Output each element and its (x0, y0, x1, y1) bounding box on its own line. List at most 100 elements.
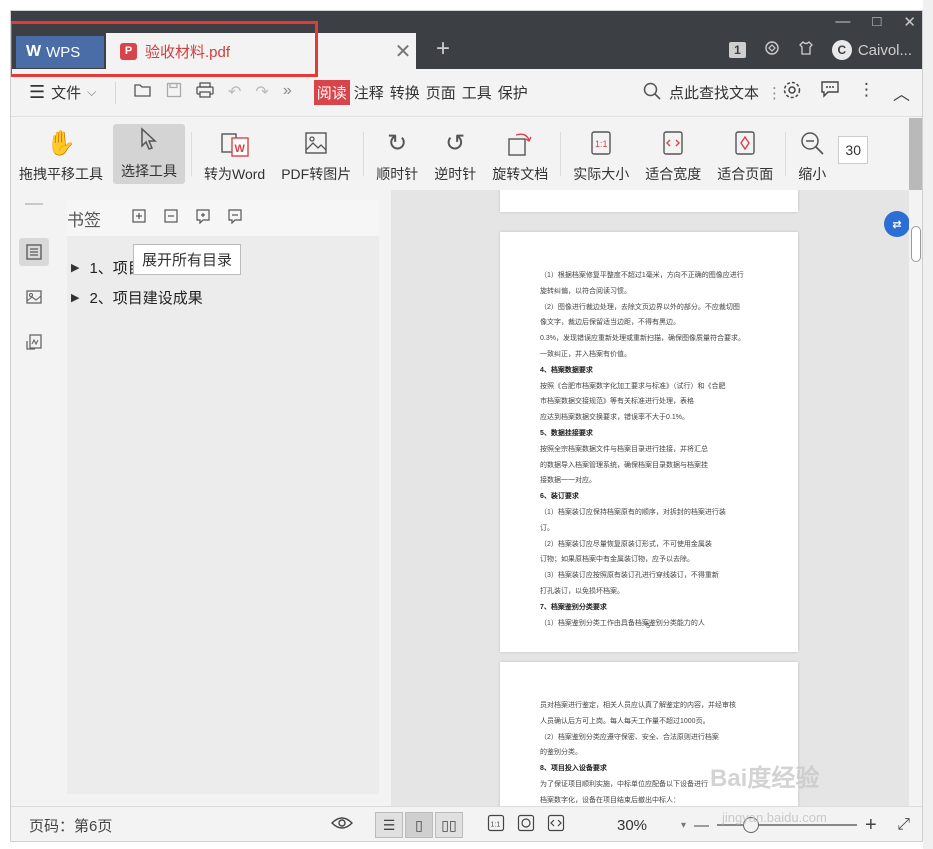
pdf-to-image-button[interactable]: PDF转图片 (273, 118, 359, 190)
more-icon[interactable]: ⋮ (858, 80, 875, 105)
comment-icon[interactable] (820, 80, 840, 105)
bookmark-options-icon[interactable] (227, 208, 243, 229)
collapse-all-icon[interactable] (163, 208, 179, 229)
window-count-badge[interactable]: 1 (729, 42, 746, 58)
maximize-icon[interactable]: □ (872, 13, 881, 31)
rail-grip (25, 203, 43, 205)
select-tool-button[interactable]: 选择工具 (113, 124, 185, 184)
close-window-icon[interactable]: ✕ (903, 13, 916, 31)
rotate-cw-icon: ↻ (387, 130, 408, 157)
tab-read[interactable]: 阅读 (313, 80, 350, 105)
page-line: 人员确认后方可上岗。每人每天工作量不超过1000页。 (540, 717, 710, 725)
close-tab-icon[interactable]: ✕ (390, 33, 416, 69)
svg-text:1:1: 1:1 (595, 139, 608, 149)
single-page-icon[interactable]: ▯ (405, 812, 433, 838)
tab-annotate[interactable]: 注释 (352, 80, 386, 105)
rotate-counterclockwise-button[interactable]: ↺ 逆时针 (426, 118, 484, 190)
tool-label: 拖拽平移工具 (19, 166, 103, 182)
tool-label: 适合宽度 (645, 166, 702, 182)
actual-size-icon: 1:1 (590, 130, 612, 158)
convert-to-word-button[interactable]: W 转为Word (196, 118, 273, 190)
expand-all-icon[interactable] (131, 208, 147, 229)
watermark-logo: Bai度经验 (710, 765, 820, 792)
sync-float-button[interactable]: ⇄ (884, 211, 910, 237)
background-strip (923, 0, 933, 849)
page-indicator[interactable]: 页码：第6页 (29, 815, 112, 836)
hand-tool-button[interactable]: ✋ 拖拽平移工具 (11, 118, 111, 190)
vertical-scrollbar[interactable] (909, 190, 922, 806)
document-view[interactable]: （1）根据档案修复平整度不超过1毫米，方向不正确的图像应进行 旋转纠偏，以符合阅读… (391, 190, 911, 806)
tab-page[interactable]: 页面 (424, 80, 458, 105)
page-line: 像文字，裁边后保留适当边距，不得有黑边。 (540, 319, 680, 327)
divider (191, 132, 192, 176)
zoom-out-button[interactable]: 缩小 (790, 118, 834, 190)
expand-triangle-icon[interactable]: ▶ (71, 261, 79, 274)
page-heading: 6、装订要求 (540, 493, 579, 501)
view-mode-group: ☰ ▯ ▯▯ (375, 812, 463, 838)
zoom-dropdown-icon[interactable]: ▾ (681, 820, 686, 831)
signature-panel-icon[interactable] (19, 328, 49, 356)
eye-icon[interactable] (331, 815, 353, 836)
page-line: 应达到档案数据交换要求，错误率不大于0.1%。 (540, 414, 689, 422)
expand-triangle-icon[interactable]: ▶ (71, 291, 79, 304)
more-quick-icon[interactable]: » (283, 82, 292, 103)
divider (363, 132, 365, 176)
fit-width-icon[interactable] (547, 814, 565, 836)
redo-icon[interactable]: ↷ (255, 82, 268, 103)
page-line: 档案数字化，设备在项目结束后撤出中标人： (540, 796, 680, 804)
user-account[interactable]: C Caivol... (831, 40, 912, 60)
save-icon[interactable] (166, 82, 182, 103)
rotate-ccw-icon: ↺ (445, 130, 466, 157)
minimize-icon[interactable]: — (835, 13, 850, 31)
search-box[interactable]: 点此查找文本 ⋮ (643, 82, 782, 104)
page-line: 订物；如果原档案中有金属装订物，应予以去除。 (540, 556, 694, 564)
page-text: （1）根据档案修复平整度不超过1毫米，方向不正确的图像应进行 旋转纠偏，以符合阅读… (540, 268, 758, 631)
fullscreen-icon[interactable]: ⤢ (897, 816, 910, 834)
fit-page-icon[interactable] (517, 814, 535, 836)
bookmark-item[interactable]: ▶ 2、项目建设成果 (67, 282, 379, 312)
rotate-document-button[interactable]: 旋转文档 (484, 118, 556, 190)
zoom-input[interactable]: 30 (838, 136, 869, 164)
ribbon-scroll[interactable] (909, 118, 922, 190)
open-folder-icon[interactable] (134, 82, 152, 103)
divider (115, 81, 116, 104)
bookmark-panel-icon[interactable] (19, 238, 49, 266)
collapse-ribbon-icon[interactable]: ︿ (893, 80, 910, 105)
fit-width-button[interactable]: 适合宽度 (637, 118, 709, 190)
zoom-minus-button[interactable]: — (694, 817, 709, 834)
fit-page-button[interactable]: 适合页面 (709, 118, 781, 190)
bookmark-header: 书签 (67, 200, 379, 236)
undo-icon[interactable]: ↶ (228, 82, 241, 103)
tool-label: 逆时针 (434, 166, 477, 182)
rotate-doc-icon (506, 130, 534, 158)
page-line: 的数据导入档案管理系统，确保档案目录数据与档案挂 (540, 461, 708, 469)
zoom-level[interactable]: 30% (617, 817, 647, 834)
gear-icon[interactable] (782, 80, 802, 105)
two-page-icon[interactable]: ▯▯ (435, 812, 463, 838)
scrollbar-thumb[interactable] (911, 226, 921, 262)
word-convert-icon: W (220, 130, 250, 158)
tool-label: 转为Word (204, 166, 266, 182)
shirt-icon[interactable] (798, 40, 814, 60)
skin-icon[interactable] (764, 40, 780, 60)
wps-window: — □ ✕ W WPS P 验收材料.pdf ✕ + 1 C Caivol... (10, 10, 923, 842)
divider (785, 132, 787, 176)
thumbnail-panel-icon[interactable] (19, 283, 49, 311)
zoom-out-icon (799, 130, 825, 158)
add-bookmark-icon[interactable] (195, 208, 211, 229)
zoom-plus-button[interactable]: + (865, 814, 877, 837)
watermark-url: jingyan.baidu.com (722, 810, 827, 825)
tab-tools[interactable]: 工具 (460, 80, 494, 105)
tab-protect[interactable]: 保护 (496, 80, 530, 105)
continuous-view-icon[interactable]: ☰ (375, 812, 403, 838)
page-heading: 5、数据挂接要求 (540, 429, 593, 437)
print-icon[interactable] (196, 82, 214, 103)
actual-size-button[interactable]: 1:1 实际大小 (565, 118, 637, 190)
actual-size-icon[interactable]: 1:1 (487, 814, 505, 836)
divider (560, 132, 562, 176)
new-tab-icon[interactable]: + (436, 35, 450, 63)
rotate-clockwise-button[interactable]: ↻ 顺时针 (368, 118, 426, 190)
file-menu[interactable]: ☰ 文件 ⌵ (11, 82, 111, 103)
tab-convert[interactable]: 转换 (388, 80, 422, 105)
search-more-icon[interactable]: ⋮ (767, 84, 782, 102)
